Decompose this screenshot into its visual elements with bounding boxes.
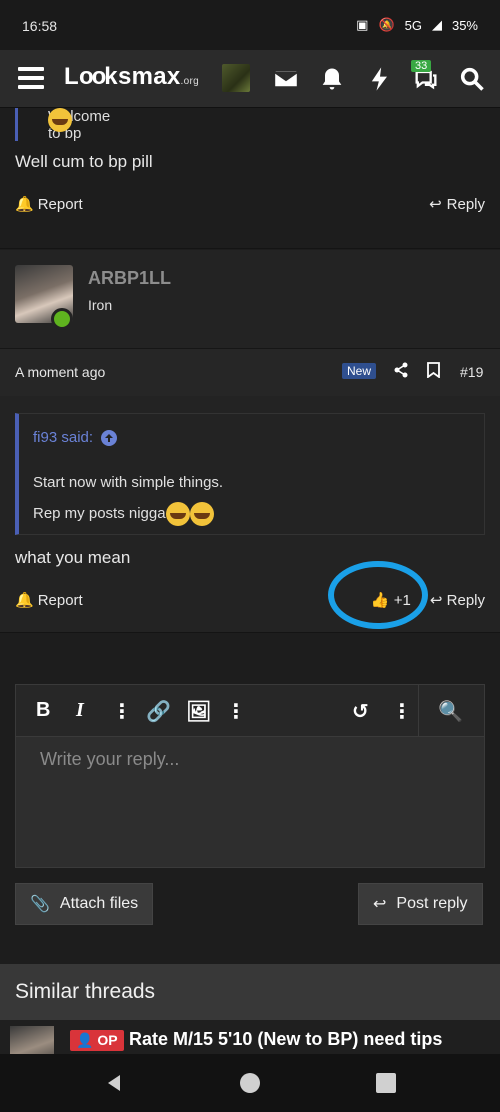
- reply-button[interactable]: ↩ Reply: [430, 591, 485, 609]
- mute-icon: 🔕: [378, 17, 395, 32]
- arrow-up-circle-icon[interactable]: [101, 429, 118, 446]
- back-icon[interactable]: [104, 1073, 124, 1093]
- previous-post-actions: 🔔 Report ↩ Reply: [15, 195, 485, 219]
- crying-emoji: [165, 502, 190, 526]
- avatar: [10, 1026, 54, 1054]
- status-system-icons: ▣ 🔕 5G ◢ 35%: [356, 17, 478, 33]
- italic-icon[interactable]: I: [76, 699, 84, 722]
- user-avatar[interactable]: [222, 64, 250, 92]
- crying-emoji: [189, 502, 214, 526]
- status-bar: 16:58 ▣ 🔕 5G ◢ 35%: [0, 0, 500, 50]
- op-badge: 👤 OP: [70, 1030, 124, 1051]
- bold-icon[interactable]: B: [36, 699, 50, 722]
- bell-icon: 🔔: [15, 196, 34, 213]
- more-options-icon[interactable]: ⋮: [112, 699, 132, 724]
- user-rank: Iron: [88, 297, 113, 313]
- reply-icon: ↩: [429, 592, 443, 609]
- undo-icon[interactable]: ↺: [352, 699, 369, 724]
- report-button[interactable]: 🔔 Report: [15, 195, 83, 214]
- thread-row[interactable]: 👤 OP Rate M/15 5'10 (New to BP) need tip…: [0, 1020, 500, 1054]
- previous-message: Well cum to bp pill: [15, 152, 153, 171]
- reply-button[interactable]: ↩ Reply: [429, 195, 485, 214]
- reply-icon: ↩: [373, 896, 387, 913]
- divider: [0, 248, 500, 249]
- more-options-icon[interactable]: ⋮: [226, 699, 246, 724]
- bell-icon[interactable]: [318, 65, 346, 93]
- status-time: 16:58: [22, 18, 58, 34]
- similar-threads-header: Similar threads: [0, 964, 500, 1020]
- preview-icon[interactable]: 🔍: [438, 699, 463, 724]
- image-icon[interactable]: 🖼: [186, 699, 211, 724]
- report-button[interactable]: 🔔 Report: [15, 591, 83, 610]
- post-number[interactable]: #19: [460, 364, 483, 380]
- post-19: ARBP1LL Iron A moment ago New #19 fi93 s…: [0, 250, 500, 632]
- menu-icon[interactable]: [18, 67, 44, 89]
- thread-title[interactable]: Rate M/15 5'10 (New to BP) need tips: [129, 1029, 442, 1050]
- quote-line-1: Start now with simple things.: [33, 474, 224, 491]
- previous-quote: Welcome to bp: [15, 108, 485, 142]
- divider: [0, 632, 500, 633]
- reply-input[interactable]: Write your reply...: [40, 749, 179, 770]
- quote-line-2: Rep my posts nigga: [33, 502, 214, 526]
- battery-label: 35%: [451, 17, 478, 33]
- post-message: what you mean: [15, 548, 131, 567]
- quote-attribution[interactable]: fi93 said:: [33, 429, 118, 446]
- bookmark-icon[interactable]: [427, 362, 440, 378]
- online-indicator: [51, 308, 73, 330]
- signal-icon: ◢: [431, 17, 442, 32]
- nfc-icon: ▣: [356, 17, 369, 32]
- post-reply-button[interactable]: ↩ Post reply: [358, 883, 483, 925]
- mail-icon[interactable]: [272, 65, 300, 93]
- quote-block: fi93 said: Start now with simple things.…: [15, 413, 485, 535]
- top-navigation: Looksmax.org 33: [0, 50, 500, 108]
- share-icon[interactable]: [393, 362, 409, 378]
- new-badge: New: [342, 363, 377, 379]
- more-options-icon[interactable]: ⋮: [392, 699, 412, 724]
- bell-icon: 🔔: [15, 592, 34, 609]
- reply-icon: ↩: [429, 196, 442, 213]
- search-icon[interactable]: [458, 65, 486, 93]
- username[interactable]: ARBP1LL: [88, 268, 171, 289]
- laughing-emoji: [48, 108, 72, 132]
- link-icon[interactable]: 🔗: [146, 699, 171, 724]
- post-time[interactable]: A moment ago: [15, 364, 105, 380]
- attach-files-button[interactable]: 📎 Attach files: [15, 883, 154, 925]
- bolt-icon[interactable]: [366, 65, 394, 93]
- network-label: 5G: [404, 17, 422, 33]
- conversations-badge: 33: [411, 60, 432, 72]
- recents-icon[interactable]: [376, 1073, 396, 1093]
- site-logo[interactable]: Looksmax.org: [64, 63, 199, 91]
- toolbar-divider: [418, 685, 419, 737]
- user-icon: 👤: [76, 1032, 94, 1048]
- editor-toolbar: B I ⋮ 🔗 🖼 ⋮ ↺ ⋮ 🔍: [16, 685, 484, 737]
- home-icon[interactable]: [240, 1073, 260, 1093]
- reply-editor: B I ⋮ 🔗 🖼 ⋮ ↺ ⋮ 🔍 Write your reply...: [15, 684, 485, 868]
- annotation-circle: [328, 561, 428, 629]
- system-navigation-bar: [0, 1054, 500, 1112]
- paperclip-icon: 📎: [30, 896, 50, 913]
